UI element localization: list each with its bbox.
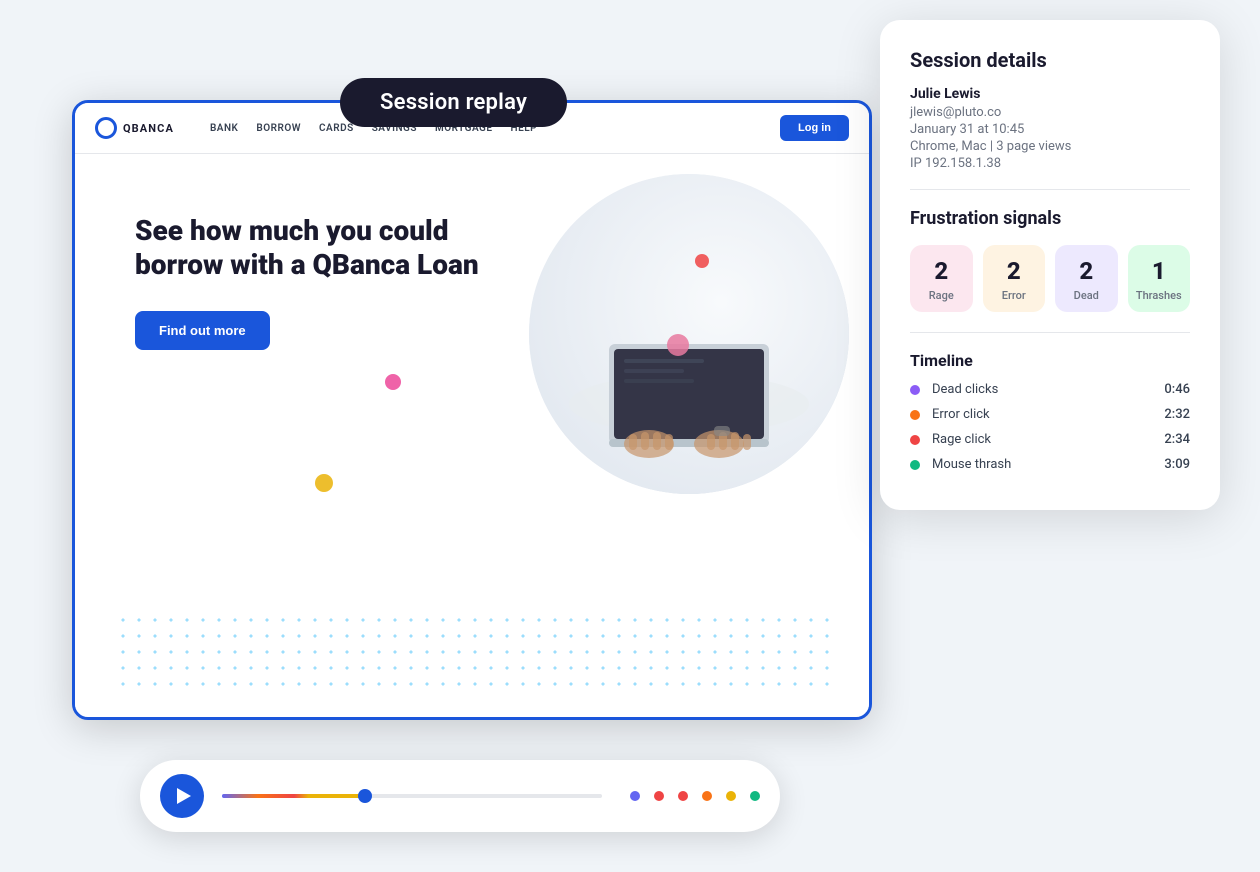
timeline-dot-dead (910, 385, 920, 395)
timeline-time-thrash: 3:09 (1164, 457, 1190, 472)
timeline-title: Timeline (910, 351, 1190, 370)
playbar-dot-5 (726, 791, 736, 801)
frust-card-error: 2 Error (983, 245, 1046, 312)
timeline-label-thrash: Mouse thrash (932, 457, 1164, 472)
timeline-dot-error (910, 410, 920, 420)
frust-card-dead: 2 Dead (1055, 245, 1118, 312)
hero-text: See how much you could borrow with a QBa… (135, 194, 495, 350)
divider-1 (910, 189, 1190, 190)
play-icon (177, 788, 191, 804)
timeline-time-error: 2:32 (1164, 407, 1190, 422)
user-ip: IP 192.158.1.38 (910, 156, 1190, 171)
frust-number-error: 2 (991, 259, 1038, 283)
browser-content: See how much you could borrow with a QBa… (75, 154, 869, 712)
frust-number-rage: 2 (918, 259, 965, 283)
frust-label-error: Error (991, 289, 1038, 302)
hero-headline: See how much you could borrow with a QBa… (135, 214, 495, 281)
timeline-item-rage-click: Rage click 2:34 (910, 432, 1190, 447)
playbar-dot-1 (630, 791, 640, 801)
dots-pattern (115, 612, 829, 692)
browser-mockup: QBANCA BANK BORROW CARDS SAVINGS MORTGAG… (72, 100, 872, 720)
panel-title: Session details (910, 48, 1190, 72)
timeline-item-error-click: Error click 2:32 (910, 407, 1190, 422)
nav-cards[interactable]: CARDS (319, 123, 354, 134)
signal-dot-red (695, 254, 709, 268)
frust-label-thrash: Thrashes (1136, 289, 1183, 302)
session-replay-label: Session replay (340, 78, 567, 127)
timeline-item-mouse-thrash: Mouse thrash 3:09 (910, 457, 1190, 472)
signal-dot-pink-medium (385, 374, 401, 390)
timeline-time-dead: 0:46 (1164, 382, 1190, 397)
hero-image-inner (529, 174, 849, 494)
timeline-time-rage: 2:34 (1164, 432, 1190, 447)
signal-dot-pink-large (667, 334, 689, 356)
frustration-title: Frustration signals (910, 208, 1190, 229)
timeline-dot-thrash (910, 460, 920, 470)
divider-2 (910, 332, 1190, 333)
playbar-dot-6 (750, 791, 760, 801)
progress-fill (222, 794, 366, 798)
playbar-dots (630, 791, 760, 801)
progress-track[interactable] (222, 794, 602, 798)
laptop-illustration (559, 204, 819, 464)
playbar-dot-4 (702, 791, 712, 801)
frust-number-thrash: 1 (1136, 259, 1183, 283)
hero-section: See how much you could borrow with a QBa… (75, 154, 869, 712)
frust-label-dead: Dead (1063, 289, 1110, 302)
progress-thumb (358, 789, 372, 803)
user-email: jlewis@pluto.co (910, 105, 1190, 120)
playbar-dot-3 (678, 791, 688, 801)
brand-name: QBANCA (123, 122, 174, 135)
frust-label-rage: Rage (918, 289, 965, 302)
timeline-label-rage: Rage click (932, 432, 1164, 447)
login-button[interactable]: Log in (780, 115, 849, 141)
user-name: Julie Lewis (910, 86, 1190, 102)
hero-cta-button[interactable]: Find out more (135, 311, 270, 350)
signal-dot-yellow (315, 474, 333, 492)
hero-image (529, 174, 849, 494)
play-button[interactable] (160, 774, 204, 818)
user-browser-info: Chrome, Mac | 3 page views (910, 139, 1190, 154)
playbar (140, 760, 780, 832)
playbar-dot-2 (654, 791, 664, 801)
timeline-item-dead-clicks: Dead clicks 0:46 (910, 382, 1190, 397)
timeline-label-dead: Dead clicks (932, 382, 1164, 397)
user-date: January 31 at 10:45 (910, 122, 1190, 137)
frust-card-thrash: 1 Thrashes (1128, 245, 1191, 312)
nav-bank[interactable]: BANK (210, 123, 238, 134)
scene: QBANCA BANK BORROW CARDS SAVINGS MORTGAG… (0, 0, 1260, 872)
nav-borrow[interactable]: BORROW (256, 123, 301, 134)
timeline-label-error: Error click (932, 407, 1164, 422)
frustration-cards: 2 Rage 2 Error 2 Dead 1 Thrashes (910, 245, 1190, 312)
brand-logo: QBANCA (95, 117, 174, 139)
frust-card-rage: 2 Rage (910, 245, 973, 312)
session-panel: Session details Julie Lewis jlewis@pluto… (880, 20, 1220, 510)
timeline-dot-rage (910, 435, 920, 445)
brand-logo-circle-icon (95, 117, 117, 139)
frust-number-dead: 2 (1063, 259, 1110, 283)
